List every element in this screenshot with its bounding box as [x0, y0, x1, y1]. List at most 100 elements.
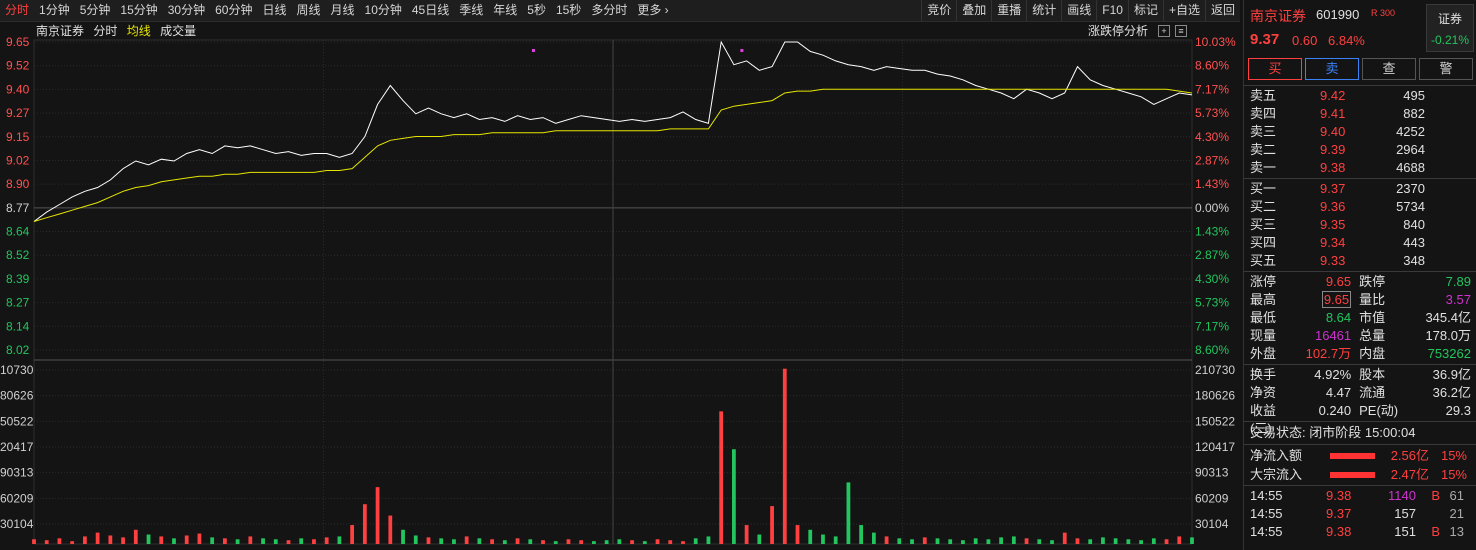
tick-side: [1416, 505, 1440, 523]
period-tab[interactable]: 45日线: [407, 0, 454, 21]
tool-button[interactable]: 叠加: [956, 0, 991, 21]
volume-bar: [32, 539, 36, 544]
volume-bar: [1088, 539, 1093, 544]
period-tab[interactable]: 多分时: [586, 0, 632, 21]
volume-bar: [1177, 536, 1182, 544]
tick-side: B: [1431, 524, 1440, 539]
volume-bar: [108, 535, 113, 544]
period-tab[interactable]: 15秒: [551, 0, 586, 21]
volume-bar: [439, 538, 444, 544]
orderbook-price[interactable]: 9.35: [1320, 216, 1375, 234]
period-tab[interactable]: 更多 ›: [632, 0, 673, 21]
event-marker: [740, 49, 744, 52]
stats-block-1: 涨停 9.65 跌停 7.89 最高 9.65 量比 3.57 最低 8.64 市值 345.4亿 现量…: [1244, 273, 1476, 363]
volume-bar: [668, 540, 673, 544]
sector-box[interactable]: 证券 -0.21%: [1426, 4, 1474, 52]
volume-bar: [273, 539, 278, 544]
stat-row: 现量 16461 总量 178.0万: [1244, 327, 1476, 345]
volume-bar: [375, 487, 380, 544]
stat-label: 换手: [1250, 367, 1277, 382]
volume-bar: [592, 541, 596, 544]
orderbook-price[interactable]: 9.33: [1320, 252, 1375, 270]
tool-button[interactable]: 标记: [1127, 0, 1163, 21]
orderbook-price[interactable]: 9.42: [1320, 87, 1375, 105]
volume-bar: [973, 538, 978, 544]
period-tab[interactable]: 5分钟: [75, 0, 116, 21]
stock-code: 601990: [1316, 7, 1360, 22]
stat-value-text: 9.65: [1321, 291, 1352, 308]
tool-button[interactable]: 竞价: [921, 0, 956, 21]
period-tab[interactable]: 分时: [0, 0, 34, 21]
period-tab[interactable]: 5秒: [522, 0, 551, 21]
stat-value: 36.9亿: [1432, 367, 1471, 382]
volume-bar: [566, 539, 571, 544]
orderbook-price[interactable]: 9.37: [1320, 180, 1375, 198]
tool-button[interactable]: +自选: [1162, 0, 1205, 21]
price-change: 0.60: [1292, 33, 1318, 48]
orderbook-row: 卖一 9.38 4688: [1250, 159, 1471, 177]
price-tick-label: 8.77: [6, 201, 30, 215]
period-tab[interactable]: 15分钟: [115, 0, 162, 21]
volume-bar: [299, 538, 304, 544]
volume-bar: [770, 506, 774, 544]
orderbook-price[interactable]: 9.39: [1320, 141, 1375, 159]
orderbook-price[interactable]: 9.36: [1320, 198, 1375, 216]
period-tab[interactable]: 10分钟: [360, 0, 407, 21]
volume-bar: [986, 539, 991, 544]
period-tab[interactable]: 30分钟: [163, 0, 210, 21]
period-tab[interactable]: 1分钟: [34, 0, 75, 21]
action-button[interactable]: 买: [1248, 58, 1302, 80]
tick-volume: 151: [1394, 524, 1416, 539]
divider: [1244, 271, 1476, 272]
orderbook-volume: 443: [1403, 235, 1425, 250]
volume-bar: [617, 539, 622, 544]
volume-bar: [897, 538, 902, 544]
action-button[interactable]: 警: [1419, 58, 1473, 80]
volume-tick-label: 120417: [1195, 440, 1235, 454]
orderbook-volume: 2370: [1396, 181, 1425, 196]
price-tick-label: 9.40: [6, 82, 30, 96]
volume-bar: [222, 538, 227, 544]
tick-volume: 1140: [1388, 488, 1416, 503]
period-tab[interactable]: 60分钟: [210, 0, 257, 21]
stat-row: 最高 9.65 量比 3.57: [1244, 291, 1476, 309]
volume-bar: [235, 539, 240, 544]
tool-button[interactable]: 返回: [1204, 0, 1240, 21]
orderbook-price[interactable]: 9.41: [1320, 105, 1375, 123]
stat-value: 8.64: [1287, 309, 1351, 327]
tool-button[interactable]: 画线: [1061, 0, 1096, 21]
ask-book: 卖五 9.42 495 卖四 9.41 882 卖三 9.40 4252 卖二 9.39 2964 卖一…: [1244, 87, 1476, 177]
volume-bar: [324, 537, 329, 544]
period-tab[interactable]: 年线: [488, 0, 522, 21]
divider: [1244, 421, 1476, 422]
volume-bar: [464, 536, 469, 544]
intraday-chart[interactable]: 9.65 10.03% 9.52 8.60% 9.40 7.17% 9.27 5.73% 9.1…: [0, 22, 1240, 550]
period-tab[interactable]: 月线: [326, 0, 360, 21]
flow-value: 2.56亿: [1390, 448, 1429, 463]
action-button[interactable]: 查: [1362, 58, 1416, 80]
tool-button[interactable]: F10: [1096, 0, 1128, 21]
orderbook-price[interactable]: 9.34: [1320, 234, 1375, 252]
flow-label: 大宗流入: [1250, 467, 1303, 482]
volume-bar: [681, 541, 685, 544]
volume-bar: [1050, 540, 1054, 544]
stat-label: 现量: [1250, 328, 1277, 343]
volume-bar: [642, 541, 647, 544]
tool-button[interactable]: 重播: [991, 0, 1026, 21]
period-tab[interactable]: 周线: [291, 0, 325, 21]
fund-flows: 净流入额 2.56亿 15% 大宗流入 2.47亿 15%: [1244, 446, 1476, 484]
action-button[interactable]: 卖: [1305, 58, 1359, 80]
orderbook-price[interactable]: 9.38: [1320, 159, 1375, 177]
tool-button[interactable]: 统计: [1026, 0, 1061, 21]
volume-tick-label: 60209: [1195, 491, 1229, 505]
orderbook-price[interactable]: 9.40: [1320, 123, 1375, 141]
pct-tick-label: 5.73%: [1195, 106, 1229, 120]
period-tab[interactable]: 季线: [454, 0, 488, 21]
stock-tag: R 300: [1371, 8, 1396, 18]
period-tab[interactable]: 日线: [257, 0, 291, 21]
volume-bar: [83, 536, 87, 544]
orderbook-volume: 4688: [1396, 160, 1425, 175]
volume-bar: [210, 537, 215, 544]
volume-bar: [910, 539, 914, 544]
stock-name: 南京证券: [1250, 8, 1306, 24]
